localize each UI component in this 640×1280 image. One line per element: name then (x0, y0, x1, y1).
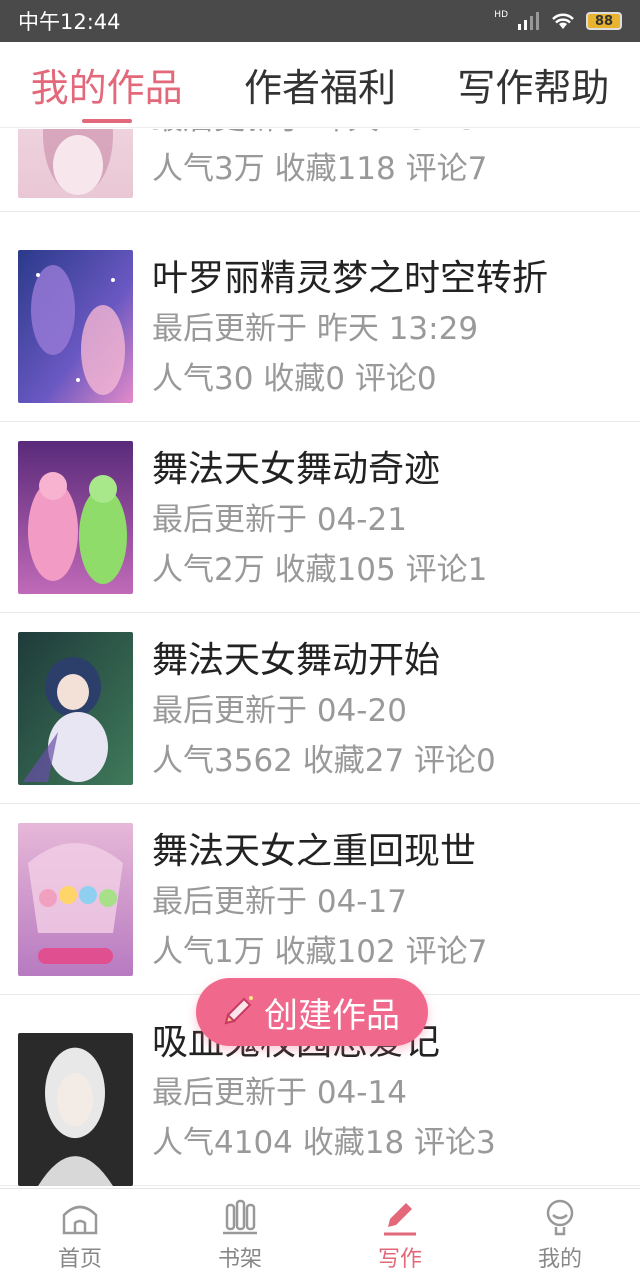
work-item[interactable]: 叶罗丽精灵梦之时空转折 最后更新于 昨天 13:29 人气30 收藏0 评论0 (0, 231, 640, 422)
work-updated: 最后更新于 04-21 (152, 502, 407, 538)
active-tab-indicator (81, 119, 132, 123)
work-stats: 人气3万 收藏118 评论7 (152, 151, 488, 187)
tab-my-works[interactable]: 我的作品 (0, 42, 213, 127)
work-updated: 最后更新于 04-14 (152, 1075, 407, 1111)
work-item[interactable]: 舞法天女舞动奇迹 最后更新于 04-21 人气2万 收藏105 评论1 (0, 422, 640, 613)
work-updated: 最后更新于 04-20 (152, 693, 407, 729)
bookshelf-icon (223, 1199, 257, 1235)
work-cover (18, 1033, 133, 1186)
work-cover (18, 632, 133, 785)
network-label: HD (494, 9, 508, 20)
nav-label: 写作 (377, 1247, 422, 1272)
work-cover (18, 823, 133, 976)
status-time: 中午12:44 (18, 10, 121, 34)
top-tabs: 我的作品 作者福利 写作帮助 (0, 42, 640, 128)
signal-icon (518, 12, 539, 30)
work-item[interactable]: 最后更新于 昨天 15:43 人气3万 收藏118 评论7 (0, 129, 640, 212)
create-work-label: 创建作品 (264, 995, 400, 1036)
work-stats: 人气3562 收藏27 评论0 (152, 743, 496, 779)
work-item[interactable]: 舞法天女舞动开始 最后更新于 04-20 人气3562 收藏27 评论0 (0, 613, 640, 804)
wifi-icon (552, 13, 574, 29)
tab-author-benefits[interactable]: 作者福利 (213, 42, 426, 127)
nav-profile[interactable]: 我的 (480, 1189, 640, 1280)
work-cover (18, 250, 133, 403)
work-stats: 人气30 收藏0 评论0 (152, 361, 437, 397)
pencil-icon (384, 1203, 416, 1236)
profile-icon (546, 1199, 574, 1236)
work-title: 叶罗丽精灵梦之时空转折 (152, 258, 549, 299)
work-stats: 人气2万 收藏105 评论1 (152, 552, 488, 588)
nav-home[interactable]: 首页 (0, 1189, 160, 1280)
work-title: 舞法天女之重回现世 (152, 831, 477, 872)
work-cover (18, 441, 133, 594)
work-cover (18, 129, 133, 198)
work-updated: 最后更新于 昨天 13:29 (152, 311, 479, 347)
tab-label: 我的作品 (30, 66, 183, 110)
tab-writing-help[interactable]: 写作帮助 (427, 42, 640, 127)
nav-label: 首页 (57, 1247, 102, 1272)
bottom-nav: 首页 书架 写作 我的 (0, 1188, 640, 1280)
work-title: 舞法天女舞动奇迹 (152, 449, 441, 490)
tab-label: 写作帮助 (457, 66, 610, 110)
nav-write[interactable]: 写作 (320, 1189, 480, 1280)
work-item[interactable]: 舞法天女之重回现世 最后更新于 04-17 人气1万 收藏102 评论7 (0, 804, 640, 995)
work-stats: 人气1万 收藏102 评论7 (152, 934, 488, 970)
tab-label: 作者福利 (243, 66, 396, 110)
work-title: 舞法天女舞动开始 (152, 640, 441, 681)
create-work-button[interactable]: 创建作品 (196, 978, 428, 1046)
nav-label: 书架 (217, 1247, 262, 1272)
home-icon (62, 1205, 98, 1235)
nav-label: 我的 (537, 1247, 582, 1272)
nav-bookshelf[interactable]: 书架 (160, 1189, 320, 1280)
work-stats: 人气4104 收藏18 评论3 (152, 1125, 496, 1161)
battery-indicator: 88 (586, 12, 622, 30)
pencil-icon (224, 996, 253, 1025)
work-updated: 最后更新于 04-17 (152, 884, 407, 920)
status-bar: 中午12:44 HD 88 (0, 0, 640, 42)
work-updated: 最后更新于 昨天 15:43 (152, 129, 478, 138)
